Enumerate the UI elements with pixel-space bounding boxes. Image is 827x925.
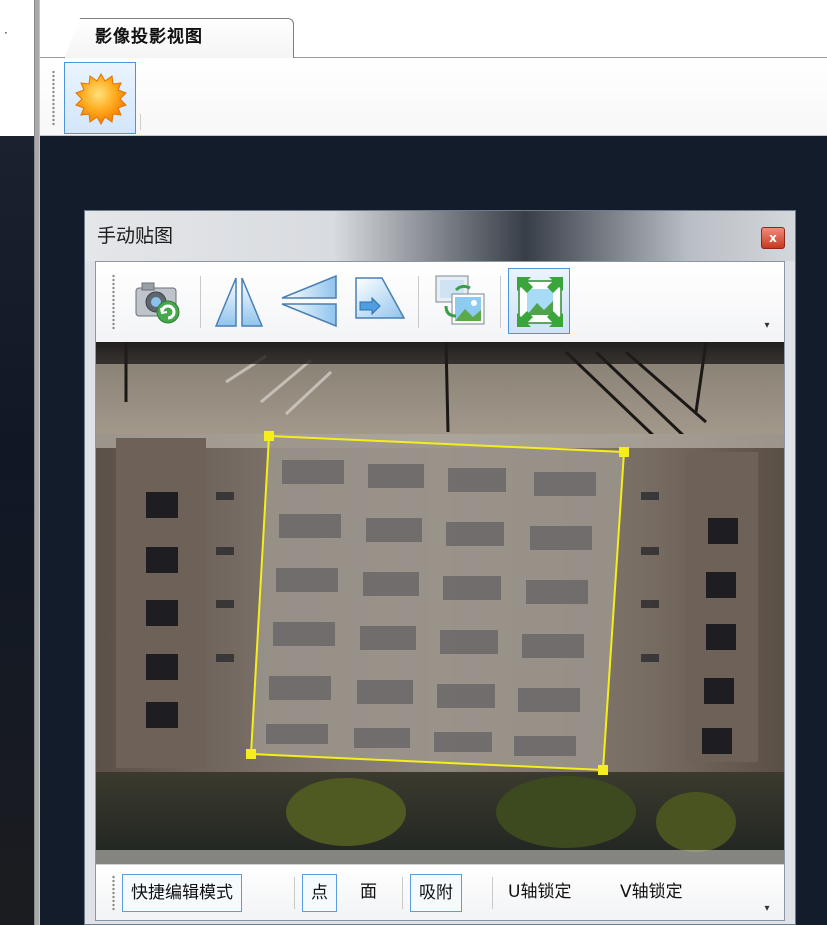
tab-image-projection[interactable]: 影像投影视图 bbox=[64, 18, 294, 59]
window-toolbar-grip[interactable] bbox=[112, 274, 115, 330]
light-button[interactable] bbox=[64, 62, 136, 134]
tool-separator bbox=[500, 276, 501, 328]
skew-icon bbox=[355, 277, 406, 319]
image-swap-icon bbox=[435, 275, 485, 325]
window-content: ▾ 快捷编辑模式 点 面 吸附 U轴锁定 V轴锁定 ▾ bbox=[95, 261, 785, 921]
mirror-vertical-icon bbox=[281, 274, 337, 328]
sun-icon bbox=[75, 72, 127, 126]
status-separator bbox=[492, 877, 493, 909]
camera-sync-icon bbox=[135, 282, 180, 324]
mirror-vertical-button[interactable] bbox=[274, 268, 337, 334]
toolbar-overflow-button[interactable]: ▾ bbox=[760, 320, 774, 336]
quick-edit-mode-button[interactable]: 快捷编辑模式 bbox=[122, 874, 242, 912]
left-panel-header: · bbox=[0, 0, 34, 136]
u-axis-lock-button[interactable]: U轴锁定 bbox=[500, 874, 579, 912]
close-button[interactable]: x bbox=[761, 227, 785, 249]
left-panel: · bbox=[0, 0, 34, 925]
point-mode-button[interactable]: 点 bbox=[302, 874, 337, 912]
mirror-horizontal-button[interactable] bbox=[208, 268, 270, 334]
statusbar-overflow-button[interactable]: ▾ bbox=[760, 903, 774, 919]
image-swap-button[interactable] bbox=[428, 268, 490, 334]
tool-separator bbox=[418, 276, 419, 328]
toolbar-grip[interactable] bbox=[52, 70, 55, 126]
close-icon: x bbox=[769, 231, 777, 245]
texture-image-canvas[interactable] bbox=[96, 342, 784, 864]
camera-sync-button[interactable] bbox=[128, 268, 190, 334]
left-panel-chevron[interactable]: · bbox=[4, 26, 8, 40]
status-separator bbox=[294, 877, 295, 909]
window-toolbar: ▾ bbox=[96, 262, 784, 342]
face-mode-button[interactable]: 面 bbox=[352, 874, 385, 912]
skew-button[interactable] bbox=[346, 268, 408, 334]
v-axis-lock-button[interactable]: V轴锁定 bbox=[612, 874, 691, 912]
tab-label: 影像投影视图 bbox=[95, 27, 203, 47]
manual-texture-window: 手动贴图 x ▾ 快捷编辑模式 点 面 吸附 U轴锁定 V轴锁定 ▾ bbox=[84, 210, 796, 925]
window-title: 手动贴图 bbox=[97, 225, 174, 247]
status-separator bbox=[402, 877, 403, 909]
window-titlebar[interactable]: 手动贴图 x bbox=[85, 211, 795, 261]
tool-separator bbox=[200, 276, 201, 328]
app-stage: · 影像投影视图 手动贴图 x ▾ 快捷编辑模式 点 面 吸附 U轴锁定 V轴锁… bbox=[0, 0, 827, 925]
view-toolbar bbox=[40, 58, 827, 136]
mirror-horizontal-icon bbox=[214, 277, 264, 327]
fit-expand-button[interactable] bbox=[508, 268, 570, 334]
edit-mode-bar: 快捷编辑模式 点 面 吸附 U轴锁定 V轴锁定 ▾ bbox=[96, 864, 784, 920]
tab-strip: 影像投影视图 bbox=[40, 0, 827, 59]
building-facade-photo bbox=[96, 342, 784, 864]
snap-button[interactable]: 吸附 bbox=[410, 874, 462, 912]
fit-expand-icon bbox=[517, 277, 563, 327]
left-panel-view bbox=[0, 136, 34, 925]
statusbar-grip[interactable] bbox=[112, 875, 115, 911]
toolbar-separator bbox=[140, 114, 141, 130]
